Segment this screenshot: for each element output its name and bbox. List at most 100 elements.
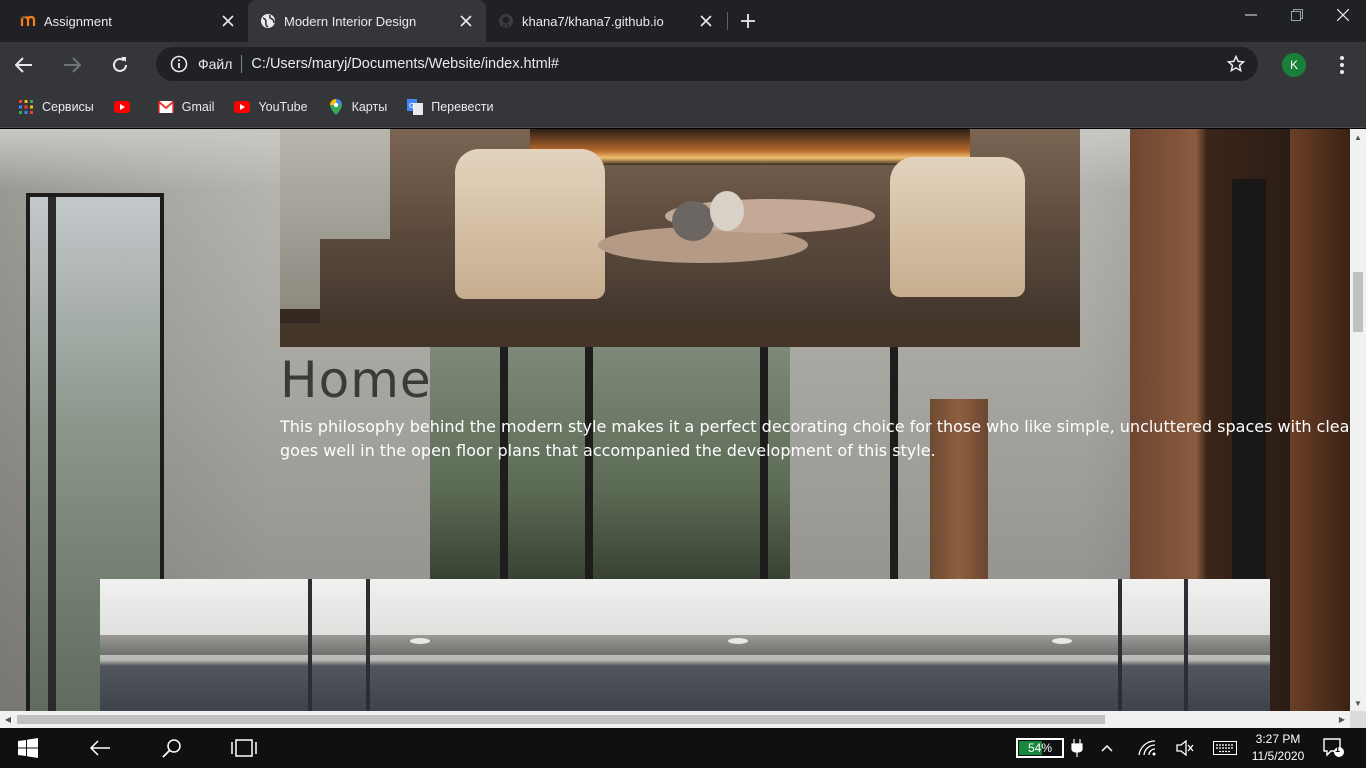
scroll-right-arrow-icon[interactable]: ▶ bbox=[1334, 711, 1350, 728]
volume-muted-icon[interactable] bbox=[1170, 728, 1200, 768]
tab-title: Modern Interior Design bbox=[284, 13, 417, 29]
clock-time: 3:27 PM bbox=[1255, 732, 1301, 746]
bookmark-youtube[interactable]: YouTube bbox=[234, 93, 308, 121]
gmail-icon bbox=[157, 99, 174, 115]
apps-grid-icon bbox=[18, 99, 34, 115]
kitchen-pole bbox=[366, 579, 370, 711]
bookmark-translate[interactable]: G Перевести bbox=[407, 93, 493, 121]
bookmark-star-icon[interactable] bbox=[1226, 54, 1246, 74]
tab-github[interactable]: khana7/khana7.github.io bbox=[488, 0, 726, 42]
bookmark-label: Сервисы bbox=[42, 99, 94, 114]
hero-armchair-left bbox=[455, 149, 605, 299]
windows-icon bbox=[18, 738, 38, 758]
home-paragraph-line-2: goes well in the open floor plans that a… bbox=[280, 441, 936, 460]
horizontal-scroll-thumb[interactable] bbox=[17, 715, 1105, 724]
arrow-right-icon bbox=[64, 57, 81, 73]
start-button[interactable] bbox=[4, 728, 52, 768]
close-tab-icon[interactable] bbox=[696, 11, 716, 31]
url-text[interactable]: C:/Users/maryj/Documents/Website/index.h… bbox=[251, 56, 559, 72]
tab-modern-interior-design[interactable]: Modern Interior Design bbox=[248, 0, 486, 42]
background-mullion bbox=[760, 347, 768, 587]
battery-indicator[interactable]: 54% bbox=[1016, 738, 1064, 758]
reload-icon bbox=[113, 57, 127, 72]
action-center-button[interactable]: 1 bbox=[1322, 736, 1346, 760]
hero-living-room-image bbox=[280, 129, 1080, 347]
scroll-down-arrow-icon[interactable]: ▼ bbox=[1350, 695, 1366, 711]
close-window-button[interactable] bbox=[1320, 0, 1366, 30]
vertical-scrollbar[interactable]: ▲ ▼ bbox=[1350, 129, 1366, 711]
svg-text:G: G bbox=[409, 102, 414, 110]
hero-vase-light bbox=[710, 191, 744, 231]
kitchen-ceiling-band bbox=[100, 635, 1270, 655]
youtube-icon bbox=[113, 99, 130, 115]
bookmark-maps[interactable]: Карты bbox=[328, 93, 387, 121]
profile-avatar[interactable]: K bbox=[1282, 53, 1306, 77]
background-center-glass bbox=[430, 347, 790, 579]
bookmark-gmail[interactable]: Gmail bbox=[157, 93, 215, 121]
home-paragraph: This philosophy behind the modern style … bbox=[280, 415, 1350, 463]
back-taskbar-button[interactable] bbox=[76, 728, 124, 768]
restore-button[interactable] bbox=[1274, 0, 1320, 30]
tab-strip: Assignment Modern Interior Design khana7… bbox=[0, 0, 1366, 42]
windows-taskbar: 54% 3:27 PM 11/5/2020 1 bbox=[0, 728, 1366, 768]
search-icon bbox=[162, 739, 181, 758]
hero-bottom-band bbox=[280, 323, 1080, 347]
browser-menu-button[interactable] bbox=[1330, 52, 1354, 78]
tab-assignment[interactable]: Assignment bbox=[8, 0, 248, 42]
youtube-icon bbox=[234, 99, 251, 115]
show-hidden-icons-chevron-icon[interactable] bbox=[1092, 728, 1122, 768]
power-plug-icon[interactable] bbox=[1062, 728, 1092, 768]
globe-icon bbox=[260, 13, 276, 29]
hero-armchair-right bbox=[890, 157, 1025, 297]
kitchen-downlight bbox=[728, 638, 748, 644]
background-mullion bbox=[890, 347, 898, 587]
kitchen-pole bbox=[1184, 579, 1188, 711]
clock-date: 11/5/2020 bbox=[1251, 749, 1305, 763]
tab-title: khana7/khana7.github.io bbox=[522, 13, 664, 29]
kitchen-downlight bbox=[1052, 638, 1072, 644]
scrollbar-corner bbox=[1350, 711, 1366, 728]
forward-button[interactable] bbox=[57, 50, 87, 80]
address-bar[interactable]: Файл C:/Users/maryj/Documents/Website/in… bbox=[156, 47, 1258, 81]
bookmark-services[interactable]: Сервисы bbox=[18, 93, 94, 121]
task-view-button[interactable] bbox=[220, 728, 268, 768]
tab-separator bbox=[727, 12, 728, 30]
vertical-scroll-thumb[interactable] bbox=[1353, 272, 1363, 333]
restore-icon bbox=[1291, 9, 1303, 21]
back-button[interactable] bbox=[9, 50, 39, 80]
search-button[interactable] bbox=[148, 728, 196, 768]
keyboard-icon[interactable] bbox=[1208, 728, 1242, 768]
reload-button[interactable] bbox=[105, 50, 135, 80]
close-tab-icon[interactable] bbox=[456, 11, 476, 31]
scroll-up-arrow-icon[interactable]: ▲ bbox=[1350, 129, 1366, 145]
scroll-left-arrow-icon[interactable]: ◀ bbox=[0, 711, 16, 728]
hero-vase-dark bbox=[672, 201, 714, 241]
close-icon bbox=[1337, 9, 1349, 21]
system-clock[interactable]: 3:27 PM 11/5/2020 bbox=[1244, 731, 1312, 765]
bookmarks-bar: Сервисы Gmail YouTube Карты G Перевести bbox=[0, 86, 1366, 128]
arrow-left-icon bbox=[15, 57, 32, 73]
minimize-button[interactable] bbox=[1228, 0, 1274, 30]
tab-title: Assignment bbox=[44, 13, 112, 29]
browser-toolbar: Файл C:/Users/maryj/Documents/Website/in… bbox=[0, 42, 1366, 86]
bookmark-youtube-icon-only[interactable] bbox=[113, 93, 138, 121]
omnibox-divider bbox=[241, 55, 243, 73]
notification-icon bbox=[1323, 738, 1344, 757]
minimize-icon bbox=[1245, 14, 1257, 16]
wifi-icon[interactable] bbox=[1132, 728, 1162, 768]
background-mullion bbox=[500, 347, 508, 587]
battery-percent: 54% bbox=[1027, 741, 1053, 755]
new-tab-button[interactable] bbox=[736, 9, 760, 33]
github-icon bbox=[498, 13, 514, 29]
bookmark-label: Gmail bbox=[181, 99, 215, 114]
info-icon[interactable] bbox=[170, 55, 188, 73]
horizontal-scrollbar[interactable]: ◀ ▶ bbox=[0, 711, 1350, 728]
page-heading-home: Home bbox=[280, 351, 432, 409]
page-viewport: Home This philosophy behind the modern s… bbox=[0, 129, 1350, 711]
moodle-icon bbox=[20, 13, 36, 29]
maps-icon bbox=[328, 98, 344, 115]
task-view-icon bbox=[231, 739, 257, 757]
home-paragraph-line-1: This philosophy behind the modern style … bbox=[280, 417, 1350, 436]
close-tab-icon[interactable] bbox=[218, 11, 238, 31]
arrow-left-icon bbox=[89, 740, 110, 756]
